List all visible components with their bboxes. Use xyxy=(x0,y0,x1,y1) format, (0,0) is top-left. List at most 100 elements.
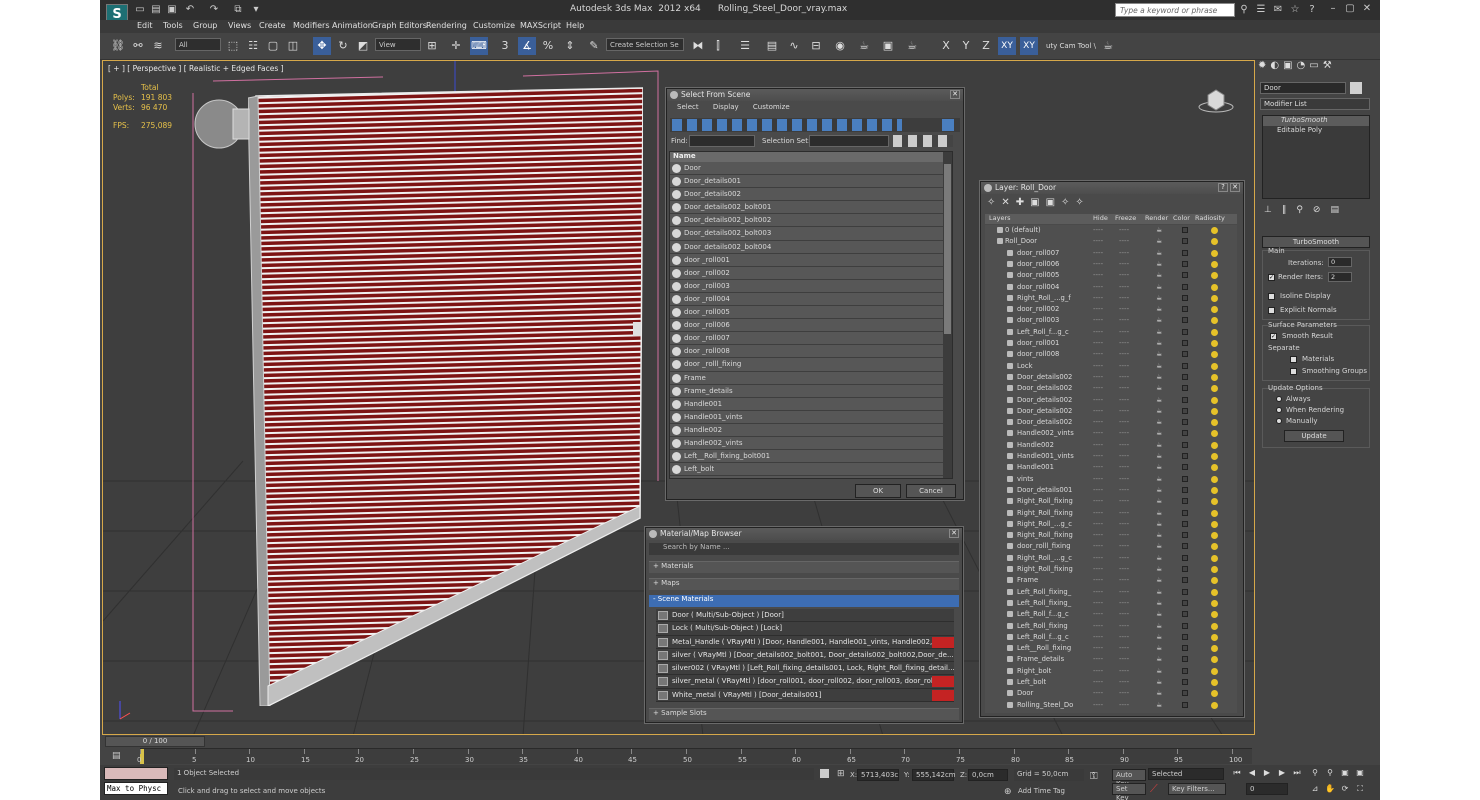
layer-row[interactable]: Right_bolt ---- ---- ☕ xyxy=(985,666,1235,677)
layer-title-bar[interactable]: Layer: Roll_Door ? ✕ xyxy=(981,182,1243,194)
layer-color-swatch[interactable] xyxy=(1182,362,1188,369)
freeze-toggle[interactable]: ---- xyxy=(1119,474,1129,485)
radiosity-icon[interactable] xyxy=(1211,328,1218,336)
hide-toggle[interactable]: ---- xyxy=(1093,428,1103,439)
layer-color-swatch[interactable] xyxy=(1182,645,1188,652)
maximize-viewport-icon[interactable]: ⛶ xyxy=(1354,783,1366,795)
radiosity-icon[interactable] xyxy=(1211,566,1218,573)
layer-row[interactable]: Left_Roll_f...g_c ---- ---- ☕ xyxy=(985,632,1235,643)
freeze-toggle[interactable]: ---- xyxy=(1119,236,1129,247)
render-teapot-icon[interactable]: ☕ xyxy=(1156,441,1163,449)
radiosity-icon[interactable] xyxy=(1211,486,1218,494)
sfs-list-item[interactable]: Door_details002_bolt001 xyxy=(670,201,952,215)
hide-toggle[interactable]: ---- xyxy=(1093,474,1103,485)
render-teapot-icon[interactable]: ☕ xyxy=(1156,272,1163,279)
freeze-toggle[interactable]: ---- xyxy=(1119,530,1129,541)
layer-color-swatch[interactable] xyxy=(1182,464,1188,471)
render-teapot-icon[interactable]: ☕ xyxy=(1156,249,1163,257)
freeze-toggle[interactable]: ---- xyxy=(1119,677,1129,688)
layer-row[interactable]: Right_Roll_fixing ---- ---- ☕ xyxy=(985,496,1235,507)
zoom-icon[interactable]: ⚲ xyxy=(1309,767,1321,779)
hide-toggle[interactable]: ---- xyxy=(1093,327,1103,338)
layer-color-swatch[interactable] xyxy=(1182,532,1188,539)
layer-row[interactable]: door_roll003 ---- ---- ☕ xyxy=(985,315,1235,326)
sfs-selection-set-dropdown[interactable] xyxy=(809,135,889,147)
hide-toggle[interactable]: ---- xyxy=(1093,372,1103,383)
layer-close-button[interactable]: ✕ xyxy=(1230,183,1240,192)
layer-row[interactable]: door_roll004 ---- ---- ☕ xyxy=(985,282,1235,293)
render-teapot-icon[interactable]: ☕ xyxy=(1156,498,1163,505)
layer-color-swatch[interactable] xyxy=(1182,633,1188,640)
sfs-filter-icons[interactable] xyxy=(672,119,902,131)
hide-toggle[interactable]: ---- xyxy=(1093,304,1103,315)
reference-coordinate-dropdown[interactable]: View xyxy=(375,38,421,51)
scene-material-item[interactable]: White_metal ( VRayMtl ) [Door_details001… xyxy=(656,688,954,703)
freeze-toggle[interactable]: ---- xyxy=(1119,508,1129,519)
axis-x-button[interactable]: X xyxy=(938,37,954,55)
undo-icon[interactable]: ↶ xyxy=(184,4,196,16)
lock-selection-icon[interactable] xyxy=(820,769,829,778)
render-teapot-icon[interactable]: ☕ xyxy=(1156,373,1163,381)
hide-toggle[interactable]: ---- xyxy=(1093,508,1103,519)
layer-row[interactable]: door_roll008 ---- ---- ☕ xyxy=(985,349,1235,360)
render-teapot-icon[interactable]: ☕ xyxy=(1156,633,1163,641)
radiosity-icon[interactable] xyxy=(1211,656,1218,664)
layer-row[interactable]: Right_Roll_...g_f ---- ---- ☕ xyxy=(985,293,1235,304)
hide-toggle[interactable]: ---- xyxy=(1093,541,1103,552)
render-teapot-icon[interactable]: ☕ xyxy=(1156,362,1163,370)
layer-color-swatch[interactable] xyxy=(1182,453,1188,459)
key-filters-button[interactable]: Key Filters... xyxy=(1168,783,1226,795)
key-icon[interactable]: ⚿ xyxy=(1090,771,1104,783)
snaps-toggle-icon[interactable]: 3 xyxy=(496,37,514,55)
fov-icon[interactable]: ⊿ xyxy=(1309,783,1321,795)
layer-help-button[interactable]: ? xyxy=(1218,183,1228,192)
sfs-list-item[interactable]: Handle001 xyxy=(670,398,952,411)
mini-curve-editor-icon[interactable]: ▤ xyxy=(112,751,124,761)
freeze-toggle[interactable]: ---- xyxy=(1119,270,1129,281)
hide-toggle[interactable]: ---- xyxy=(1093,259,1103,270)
render-teapot-icon[interactable]: ☕ xyxy=(1156,577,1163,584)
radiosity-icon[interactable] xyxy=(1211,317,1218,325)
layer-color-swatch[interactable] xyxy=(1182,622,1188,629)
select-manipulate-icon[interactable]: ✛ xyxy=(448,37,464,55)
maxscript-listener-pink[interactable] xyxy=(104,767,168,780)
render-iters-spinner[interactable]: 2 xyxy=(1328,272,1352,282)
freeze-toggle[interactable]: ---- xyxy=(1119,553,1129,564)
layer-color-swatch[interactable] xyxy=(1182,599,1188,606)
freeze-toggle[interactable]: ---- xyxy=(1119,643,1129,654)
teapot-icon[interactable]: ☕ xyxy=(1100,37,1116,55)
redo-icon[interactable]: ↷ xyxy=(208,4,220,16)
render-teapot-icon[interactable]: ☕ xyxy=(1156,294,1163,302)
menu-edit[interactable]: Edit xyxy=(137,21,153,30)
freeze-toggle[interactable]: ---- xyxy=(1119,621,1129,632)
layer-row[interactable]: Frame ---- ---- ☕ xyxy=(985,575,1235,586)
hide-toggle[interactable]: ---- xyxy=(1093,338,1103,349)
radiosity-icon[interactable] xyxy=(1211,611,1218,619)
layer-row[interactable]: Right_Roll_...g_c ---- ---- ☕ xyxy=(985,519,1235,530)
curve-editor-icon[interactable]: ∿ xyxy=(786,37,802,55)
layer-row[interactable]: Lock ---- ---- ☕ xyxy=(985,361,1235,372)
smoothing-groups-checkbox[interactable] xyxy=(1290,368,1297,375)
select-move-icon[interactable]: ✥ xyxy=(313,37,331,55)
explicit-normals-checkbox[interactable] xyxy=(1268,307,1275,314)
hide-toggle[interactable]: ---- xyxy=(1093,688,1103,699)
radiosity-icon[interactable] xyxy=(1211,362,1218,370)
hide-toggle[interactable]: ---- xyxy=(1093,248,1103,259)
freeze-toggle[interactable]: ---- xyxy=(1119,496,1129,507)
layer-color-swatch[interactable] xyxy=(1182,351,1188,358)
stack-tools[interactable]: ⊥‖⚲⊘▤ xyxy=(1264,205,1372,217)
freeze-toggle[interactable]: ---- xyxy=(1119,372,1129,383)
sfs-list-item[interactable]: Handle001_vints xyxy=(670,411,952,424)
align-icon[interactable]: ⫿ xyxy=(710,37,726,55)
sfs-scrollbar[interactable] xyxy=(943,152,952,478)
sfs-list-item[interactable]: Handle002_vints xyxy=(670,437,952,451)
edit-named-selection-icon[interactable]: ✎ xyxy=(586,37,602,55)
radiosity-icon[interactable] xyxy=(1211,283,1218,291)
hide-toggle[interactable]: ---- xyxy=(1093,598,1103,609)
freeze-toggle[interactable]: ---- xyxy=(1119,609,1129,620)
sfs-close-button[interactable]: ✕ xyxy=(950,90,960,99)
radiosity-icon[interactable] xyxy=(1211,690,1218,698)
binoculars-icon[interactable]: ⚲ xyxy=(1238,4,1250,16)
mirror-icon[interactable]: ⧓ xyxy=(690,37,706,55)
layer-row[interactable]: Door_details002 ---- ---- ☕ xyxy=(985,417,1235,428)
